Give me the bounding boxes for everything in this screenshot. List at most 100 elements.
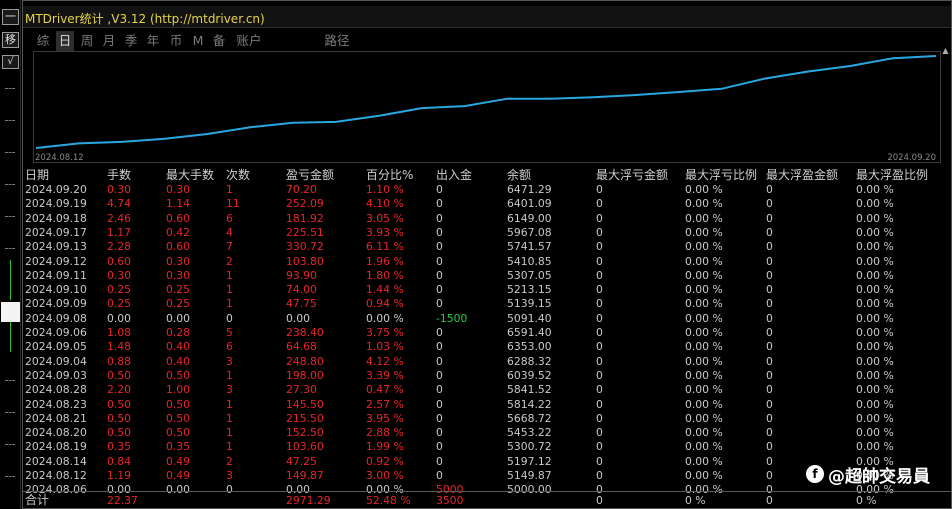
move-button[interactable]: 移 bbox=[2, 32, 19, 48]
cell-profit: 47.25 bbox=[286, 454, 317, 468]
facebook-icon: f bbox=[806, 465, 824, 483]
cell-date: 2024.08.14 bbox=[25, 454, 87, 468]
cell-percent: 1.80 % bbox=[366, 268, 404, 282]
cell-max-lots: 0.50 bbox=[166, 368, 191, 382]
cell-max-float-loss-pct: 0.00 % bbox=[685, 197, 723, 211]
total-max-float-gain: 0 bbox=[766, 494, 773, 507]
cell-balance: 5814.22 bbox=[507, 397, 552, 411]
dash-marker bbox=[5, 412, 15, 413]
cell-max-float-gain-pct: 0.00 % bbox=[856, 211, 894, 225]
left-toolbar-strip: 一 移 √ bbox=[0, 0, 21, 509]
tab-notes[interactable]: 备 bbox=[211, 31, 227, 51]
total-label: 合计 bbox=[25, 493, 50, 507]
minimize-button[interactable]: 一 bbox=[2, 9, 19, 25]
table-row[interactable]: 2024.08.28 2.20 1.00 3 27.30 0.47 % 0 5841.52 0 0… bbox=[23, 383, 951, 397]
cell-max-float-loss: 0 bbox=[596, 411, 603, 425]
cell-max-float-gain: 0 bbox=[766, 268, 773, 282]
chart-end-date: 2024.09.20 bbox=[887, 153, 936, 163]
cell-lots: 0.35 bbox=[107, 440, 132, 454]
title-bar[interactable]: MTDriver统计 ,V3.12 (http://mtdriver.cn) bbox=[23, 6, 951, 28]
cell-date: 2024.08.28 bbox=[25, 383, 87, 397]
cell-profit: 103.80 bbox=[286, 254, 324, 268]
table-row[interactable]: 2024.08.21 0.50 0.50 1 215.50 3.95 % 0 5668.72 0… bbox=[23, 412, 951, 426]
tab-year[interactable]: 年 bbox=[145, 31, 161, 51]
cell-count: 3 bbox=[226, 469, 233, 482]
cell-count: 4 bbox=[226, 225, 233, 239]
table-row[interactable]: 2024.09.03 0.50 0.50 1 198.00 3.39 % 0 6039.52 0… bbox=[23, 369, 951, 383]
table-row[interactable]: 2024.09.17 1.17 0.42 4 225.51 3.93 % 0 5967.08 0… bbox=[23, 226, 951, 240]
cell-profit: 145.50 bbox=[286, 397, 324, 411]
cell-lots: 0.50 bbox=[107, 368, 132, 382]
table-row[interactable]: 2024.09.06 1.08 0.28 5 238.40 3.75 % 0 6591.40 0… bbox=[23, 326, 951, 340]
table-row[interactable]: 2024.09.08 0.00 0.00 0 0.00 0.00 % -1500 5091.4… bbox=[23, 312, 951, 326]
cell-profit: 64.68 bbox=[286, 340, 317, 354]
cell-percent: 1.03 % bbox=[366, 340, 404, 354]
table-row[interactable]: 2024.09.09 0.25 0.25 1 47.75 0.94 % 0 5139.15 0 0… bbox=[23, 297, 951, 311]
cell-max-float-gain: 0 bbox=[766, 283, 773, 297]
cell-max-float-loss: 0 bbox=[596, 454, 603, 468]
tab-overview[interactable]: 综 bbox=[35, 31, 51, 51]
table-row[interactable]: 2024.08.19 0.35 0.35 1 103.60 1.99 % 0 5300.72 0… bbox=[23, 440, 951, 454]
cell-percent: 0.94 % bbox=[366, 297, 404, 311]
table-row[interactable]: 2024.09.20 0.30 0.30 1 70.20 1.10 % 0 6471.29 0 0… bbox=[23, 183, 951, 197]
cell-max-lots: 0.28 bbox=[166, 326, 191, 339]
cell-lots: 0.30 bbox=[107, 183, 132, 196]
tab-path[interactable]: 路径 bbox=[323, 31, 351, 51]
tab-day[interactable]: 日 bbox=[56, 31, 74, 51]
cell-balance: 6471.29 bbox=[507, 183, 552, 196]
tab-week[interactable]: 周 bbox=[79, 31, 95, 51]
cell-date: 2024.09.13 bbox=[25, 240, 87, 254]
table-row[interactable]: 2024.08.20 0.50 0.50 1 152.50 2.88 % 0 5453.22 0… bbox=[23, 426, 951, 440]
table-row[interactable]: 2024.09.04 0.88 0.40 3 248.80 4.12 % 0 6288.32 0… bbox=[23, 355, 951, 369]
table-row[interactable]: 2024.09.10 0.25 0.25 1 74.00 1.44 % 0 5213.15 0 0… bbox=[23, 283, 951, 297]
cell-percent: 6.11 % bbox=[366, 240, 404, 254]
tab-account[interactable]: 账户 bbox=[234, 31, 264, 51]
cell-balance: 5091.40 bbox=[507, 311, 552, 325]
tab-month[interactable]: 月 bbox=[101, 31, 117, 51]
cell-profit: 238.40 bbox=[286, 326, 324, 339]
cell-max-float-gain-pct: 0.00 % bbox=[856, 254, 894, 268]
check-button[interactable]: √ bbox=[2, 55, 19, 69]
tab-quarter[interactable]: 季 bbox=[123, 31, 139, 51]
cell-lots: 0.25 bbox=[107, 297, 132, 311]
tab-bar: 综 日 周 月 季 年 币 M 备 账户 路径 bbox=[23, 31, 951, 51]
cell-max-float-loss: 0 bbox=[596, 383, 603, 397]
table-row[interactable]: 2024.09.19 4.74 1.14 11 252.09 4.10 % 0 6401.09… bbox=[23, 197, 951, 211]
table-row[interactable]: 2024.08.23 0.50 0.50 1 145.50 2.57 % 0 5814.22 0… bbox=[23, 398, 951, 412]
table-row[interactable]: 2024.09.12 0.60 0.30 2 103.80 1.96 % 0 5410.85 0… bbox=[23, 255, 951, 269]
table-row[interactable]: 2024.09.05 1.48 0.40 6 64.68 1.03 % 0 6353.00 0 0… bbox=[23, 340, 951, 354]
cell-max-float-loss: 0 bbox=[596, 340, 603, 354]
cell-lots: 2.20 bbox=[107, 383, 132, 397]
watermark-text: @超帥交易員 bbox=[828, 466, 930, 487]
tab-currency[interactable]: 币 bbox=[168, 31, 184, 51]
table-row[interactable]: 2024.09.13 2.28 0.60 7 330.72 6.11 % 0 5741.57 0… bbox=[23, 240, 951, 254]
cell-max-float-gain-pct: 0.00 % bbox=[856, 411, 894, 425]
cell-max-float-loss: 0 bbox=[596, 368, 603, 382]
cell-date: 2024.08.23 bbox=[25, 397, 87, 411]
scroll-up-arrow-icon[interactable]: ▲ bbox=[941, 47, 950, 55]
cell-max-lots: 0.25 bbox=[166, 283, 191, 297]
cell-max-lots: 1.00 bbox=[166, 383, 191, 397]
cell-max-float-loss-pct: 0.00 % bbox=[685, 311, 723, 325]
cell-max-lots: 0.50 bbox=[166, 426, 191, 440]
cell-max-float-loss-pct: 0.00 % bbox=[685, 183, 723, 196]
tab-m[interactable]: M bbox=[191, 31, 205, 51]
cell-max-lots: 0.25 bbox=[166, 297, 191, 311]
cell-lots: 0.25 bbox=[107, 283, 132, 297]
cell-max-float-gain-pct: 0.00 % bbox=[856, 297, 894, 311]
cell-deposit: 0 bbox=[436, 211, 443, 225]
table-row[interactable]: 2024.09.18 2.46 0.60 6 181.92 3.05 % 0 6149.00 0… bbox=[23, 212, 951, 226]
cell-profit: 0.00 bbox=[286, 311, 311, 325]
cell-balance: 6149.00 bbox=[507, 211, 552, 225]
cell-date: 2024.09.09 bbox=[25, 297, 87, 311]
cell-count: 1 bbox=[226, 183, 233, 196]
table-row[interactable]: 2024.09.11 0.30 0.30 1 93.90 1.80 % 0 5307.05 0 0… bbox=[23, 269, 951, 283]
dash-marker bbox=[5, 444, 15, 445]
cell-max-float-loss-pct: 0.00 % bbox=[685, 454, 723, 468]
cell-date: 2024.08.19 bbox=[25, 440, 87, 454]
cell-max-float-loss-pct: 0.00 % bbox=[685, 397, 723, 411]
cell-lots: 1.17 bbox=[107, 225, 132, 239]
statistics-window: MTDriver统计 ,V3.12 (http://mtdriver.cn) 综… bbox=[22, 0, 952, 509]
cell-deposit: 0 bbox=[436, 326, 443, 339]
cell-balance: 5668.72 bbox=[507, 411, 552, 425]
